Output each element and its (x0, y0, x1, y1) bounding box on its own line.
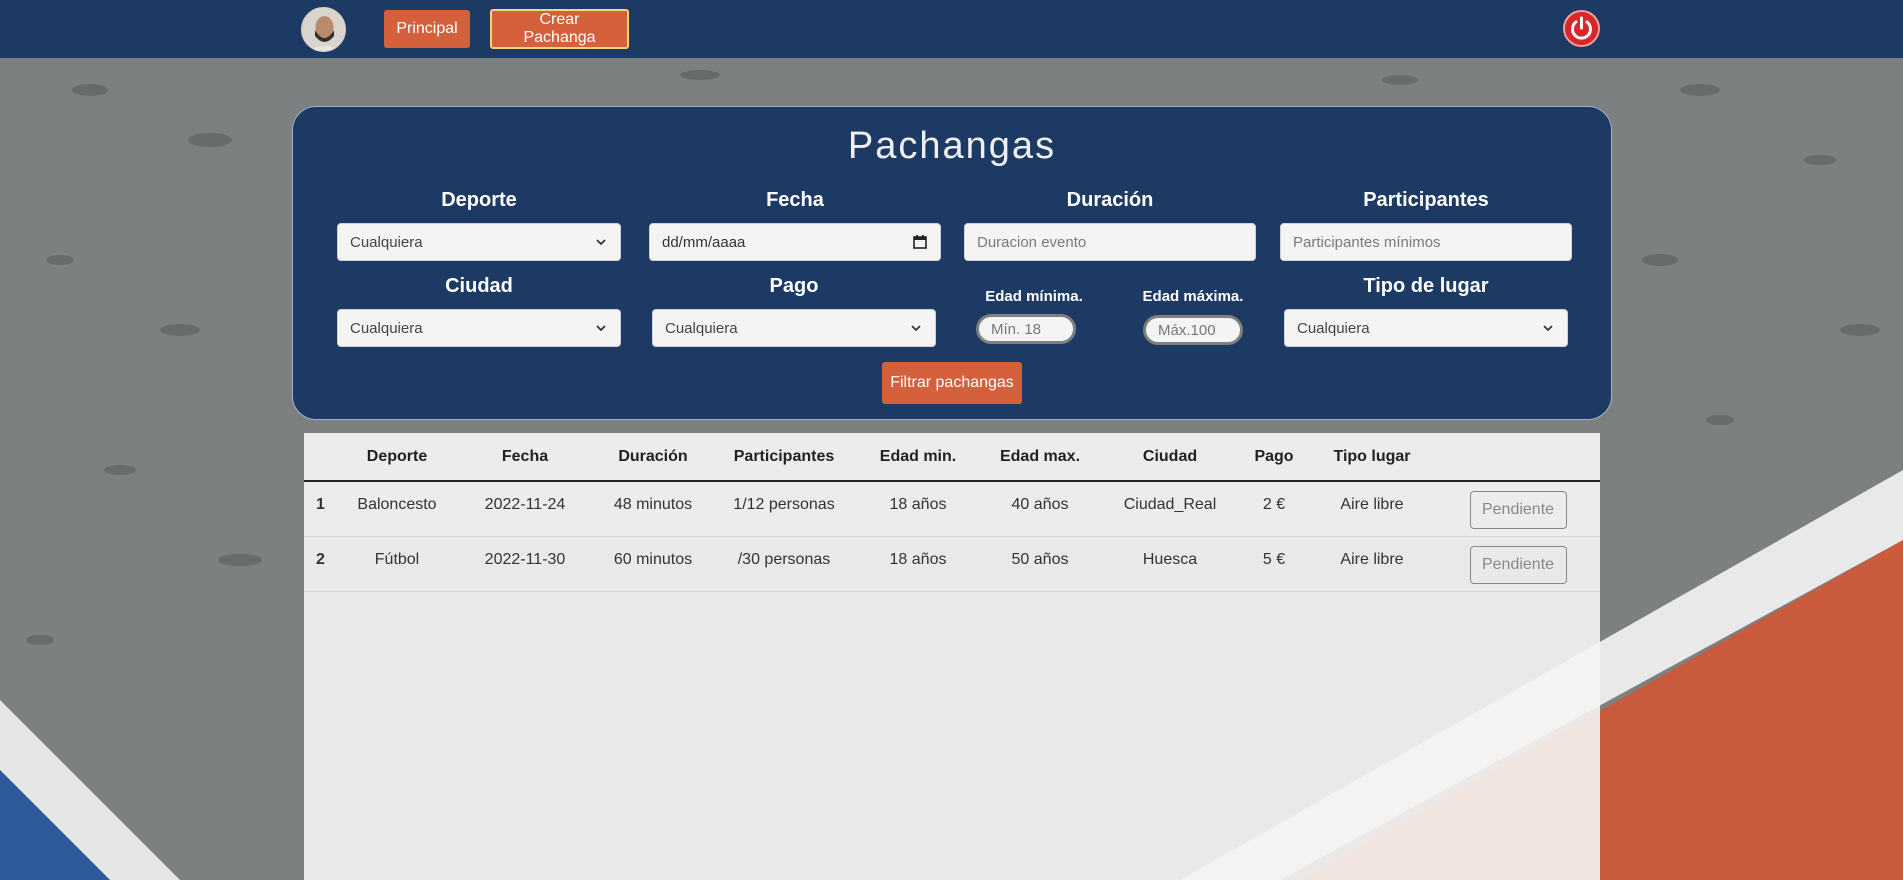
cell-duracion: 48 minutos (613, 496, 693, 513)
header-edad-min: Edad min. (856, 433, 980, 482)
table-header-row: Deporte Fecha Duración Participantes Eda… (304, 433, 1600, 482)
participantes-input-field[interactable] (1293, 233, 1559, 251)
fecha-date-placeholder: dd/mm/aaaa (662, 233, 746, 251)
header-duracion: Duración (594, 433, 712, 482)
header-pago: Pago (1240, 433, 1308, 482)
cell-pago: 5 € (1262, 550, 1286, 568)
row-number: 2 (316, 550, 325, 568)
row-number: 1 (316, 496, 325, 513)
deporte-select-value: Cualquiera (350, 233, 423, 251)
edad-minima-placeholder: Mín. 18 (991, 320, 1042, 338)
power-icon (1571, 16, 1592, 40)
cell-fecha: 2022-11-30 (484, 550, 566, 568)
edad-minima-label: Edad mínima. (985, 288, 1083, 305)
cell-duracion: 60 minutos (613, 550, 693, 568)
cell-tipo-lugar: Aire libre (1340, 550, 1404, 568)
edad-minima-input[interactable]: Mín. 18 (976, 314, 1076, 344)
deporte-label: Deporte (441, 189, 517, 211)
fecha-date-input[interactable]: dd/mm/aaaa (649, 223, 941, 261)
principal-button[interactable]: Principal (384, 10, 470, 48)
duracion-input-field[interactable] (977, 233, 1243, 251)
edad-maxima-input[interactable]: Máx.100 (1143, 315, 1243, 345)
tipo-lugar-select-value: Cualquiera (1297, 319, 1370, 337)
pendiente-button[interactable]: Pendiente (1469, 545, 1567, 584)
cell-ciudad: Ciudad_Real (1123, 496, 1217, 513)
crear-pachanga-button[interactable]: Crear Pachanga (490, 9, 629, 49)
header-edad-max: Edad max. (980, 433, 1100, 482)
header-deporte: Deporte (338, 433, 456, 482)
edad-maxima-label: Edad máxima. (1142, 288, 1244, 305)
pendiente-button[interactable]: Pendiente (1469, 491, 1567, 529)
pago-select-value: Cualquiera (665, 319, 738, 337)
cell-participantes: /30 personas (737, 550, 831, 568)
header-fecha: Fecha (456, 433, 594, 482)
cell-deporte: Baloncesto (357, 496, 437, 513)
participantes-input[interactable] (1280, 223, 1572, 261)
logout-button[interactable] (1563, 10, 1600, 47)
chevron-down-icon (1543, 325, 1553, 332)
cell-edad-min: 18 años (889, 550, 947, 568)
tipo-lugar-select[interactable]: Cualquiera (1284, 309, 1568, 347)
user-avatar-icon (302, 8, 345, 51)
cell-action: Pendiente (1436, 481, 1600, 536)
header-tipo-lugar: Tipo lugar (1308, 433, 1436, 482)
header-participantes: Participantes (712, 433, 856, 482)
header-action (1436, 433, 1600, 482)
filtrar-pachangas-button[interactable]: Filtrar pachangas (882, 362, 1022, 404)
header-ciudad: Ciudad (1100, 433, 1240, 482)
cell-edad-min: 18 años (889, 496, 947, 513)
chevron-down-icon (596, 325, 606, 332)
page-title: Pachangas (847, 125, 1057, 167)
pago-label: Pago (769, 275, 819, 297)
cell-edad-max: 40 años (1011, 496, 1069, 513)
avatar[interactable] (301, 7, 346, 52)
cell-fecha: 2022-11-24 (484, 496, 566, 513)
cell-pago: 2 € (1262, 496, 1286, 513)
chevron-down-icon (911, 325, 921, 332)
cell-action: Pendiente (1436, 536, 1600, 591)
ciudad-select-value: Cualquiera (350, 319, 423, 337)
cell-participantes: 1/12 personas (733, 496, 835, 513)
tipo-lugar-label: Tipo de lugar (1363, 275, 1489, 297)
pachangas-table-container: Deporte Fecha Duración Participantes Eda… (304, 433, 1600, 880)
pachangas-table: Deporte Fecha Duración Participantes Eda… (304, 433, 1600, 592)
filter-panel: Pachangas Deporte Fecha Duración Partici… (292, 106, 1612, 420)
duracion-input[interactable] (964, 223, 1256, 261)
participantes-label: Participantes (1363, 189, 1489, 211)
cell-tipo-lugar: Aire libre (1340, 496, 1404, 513)
cell-ciudad: Huesca (1142, 550, 1198, 568)
edad-maxima-placeholder: Máx.100 (1158, 321, 1216, 339)
chevron-down-icon (596, 239, 606, 246)
duracion-label: Duración (1066, 189, 1154, 211)
ciudad-select[interactable]: Cualquiera (337, 309, 621, 347)
cell-deporte: Fútbol (374, 550, 420, 568)
table-row: 1 Baloncesto 2022-11-24 48 minutos 1/12 … (304, 481, 1600, 536)
table-row: 2 Fútbol 2022-11-30 60 minutos /30 perso… (304, 536, 1600, 591)
ciudad-label: Ciudad (445, 275, 513, 297)
top-navbar: Principal Crear Pachanga (0, 0, 1903, 58)
pago-select[interactable]: Cualquiera (652, 309, 936, 347)
fecha-label: Fecha (766, 189, 824, 211)
header-index (304, 433, 338, 482)
deporte-select[interactable]: Cualquiera (337, 223, 621, 261)
calendar-icon[interactable] (912, 234, 928, 250)
cell-edad-max: 50 años (1011, 550, 1069, 568)
